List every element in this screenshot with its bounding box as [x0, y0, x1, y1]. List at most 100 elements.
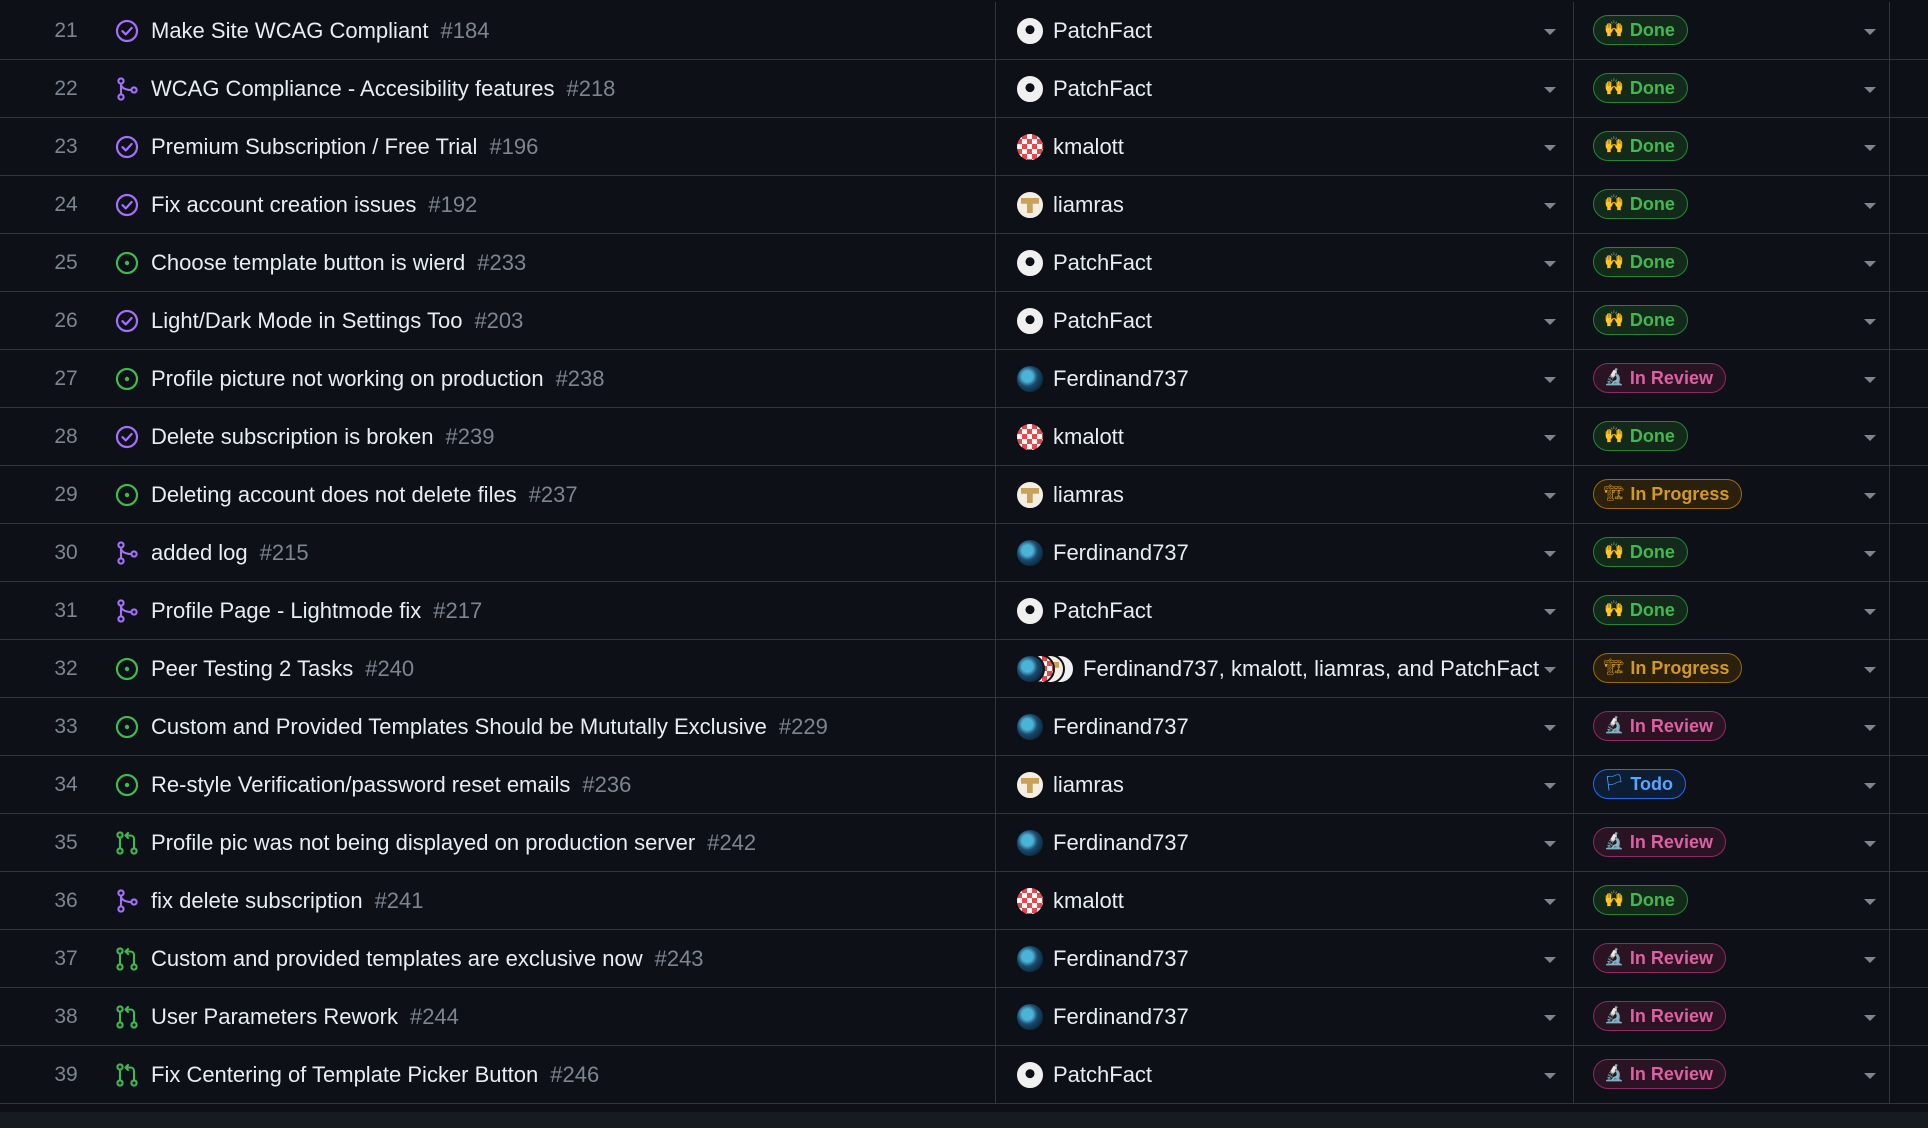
title-cell[interactable]: Profile picture not working on productio… [114, 350, 996, 408]
status-badge[interactable]: 🙌 Done [1593, 73, 1688, 103]
chevron-down-icon[interactable] [1544, 1015, 1556, 1021]
issue-title[interactable]: fix delete subscription [151, 888, 363, 913]
chevron-down-icon[interactable] [1864, 667, 1876, 673]
chevron-down-icon[interactable] [1864, 841, 1876, 847]
chevron-down-icon[interactable] [1544, 377, 1556, 383]
assignees-cell[interactable]: Ferdinand737 [996, 988, 1574, 1046]
table-row[interactable]: 38 User Parameters Rework #244 Ferdinand7… [0, 988, 1928, 1046]
title-cell[interactable]: Choose template button is wierd #233 [114, 234, 996, 292]
assignees-cell[interactable]: Ferdinand737 [996, 524, 1574, 582]
status-cell[interactable]: 🙌 Done [1574, 176, 1890, 234]
issue-title[interactable]: Premium Subscription / Free Trial [151, 134, 477, 159]
assignees-cell[interactable]: PatchFact [996, 292, 1574, 350]
chevron-down-icon[interactable] [1864, 551, 1876, 557]
chevron-down-icon[interactable] [1544, 435, 1556, 441]
issue-title[interactable]: Deleting account does not delete files [151, 482, 517, 507]
status-badge[interactable]: 🙌 Done [1593, 537, 1688, 567]
chevron-down-icon[interactable] [1864, 609, 1876, 615]
status-cell[interactable]: 🙌 Done [1574, 60, 1890, 118]
assignees-cell[interactable]: Ferdinand737 [996, 698, 1574, 756]
chevron-down-icon[interactable] [1864, 87, 1876, 93]
assignees-cell[interactable]: Ferdinand737 [996, 930, 1574, 988]
chevron-down-icon[interactable] [1864, 261, 1876, 267]
table-row[interactable]: 22 WCAG Compliance - Accesibility featur… [0, 60, 1928, 118]
issue-title[interactable]: Custom and Provided Templates Should be … [151, 714, 767, 739]
table-row[interactable]: 27 Profile picture not working on produc… [0, 350, 1928, 408]
issue-title[interactable]: Fix Centering of Template Picker Button [151, 1062, 538, 1087]
status-badge[interactable]: 🏳 Todo [1593, 769, 1686, 799]
title-cell[interactable]: Make Site WCAG Compliant #184 [114, 2, 996, 60]
assignees-cell[interactable]: PatchFact [996, 60, 1574, 118]
chevron-down-icon[interactable] [1864, 29, 1876, 35]
status-cell[interactable]: 🙌 Done [1574, 408, 1890, 466]
table-row[interactable]: 29 Deleting account does not delete file… [0, 466, 1928, 524]
chevron-down-icon[interactable] [1544, 261, 1556, 267]
issue-title[interactable]: Profile picture not working on productio… [151, 366, 544, 391]
issue-title[interactable]: Delete subscription is broken [151, 424, 433, 449]
title-cell[interactable]: Deleting account does not delete files #2… [114, 466, 996, 524]
assignees-cell[interactable]: PatchFact [996, 234, 1574, 292]
assignees-cell[interactable]: PatchFact [996, 582, 1574, 640]
title-cell[interactable]: Custom and provided templates are exclus… [114, 930, 996, 988]
issue-title[interactable]: Profile pic was not being displayed on p… [151, 830, 695, 855]
issue-title[interactable]: Fix account creation issues [151, 192, 416, 217]
status-cell[interactable]: 🙌 Done [1574, 524, 1890, 582]
chevron-down-icon[interactable] [1544, 1073, 1556, 1079]
assignees-cell[interactable]: Ferdinand737, kmalott, liamras, and Patc… [996, 640, 1574, 698]
title-cell[interactable]: Fix account creation issues #192 [114, 176, 996, 234]
title-cell[interactable]: fix delete subscription #241 [114, 872, 996, 930]
table-row[interactable]: 30 added log #215 Ferdinand737 🙌 Done [0, 524, 1928, 582]
status-badge[interactable]: 🙌 Done [1593, 595, 1688, 625]
issue-title[interactable]: Choose template button is wierd [151, 250, 465, 275]
title-cell[interactable]: Profile Page - Lightmode fix #217 [114, 582, 996, 640]
chevron-down-icon[interactable] [1864, 899, 1876, 905]
chevron-down-icon[interactable] [1544, 609, 1556, 615]
issue-title[interactable]: Peer Testing 2 Tasks [151, 656, 353, 681]
status-badge[interactable]: 🙌 Done [1593, 421, 1688, 451]
status-cell[interactable]: 🙌 Done [1574, 234, 1890, 292]
status-badge[interactable]: 🙌 Done [1593, 15, 1688, 45]
issue-title[interactable]: Light/Dark Mode in Settings Too [151, 308, 462, 333]
status-cell[interactable]: 🙌 Done [1574, 582, 1890, 640]
status-badge[interactable]: 🏗 In Progress [1593, 653, 1743, 683]
status-cell[interactable]: 🔬 In Review [1574, 988, 1890, 1046]
chevron-down-icon[interactable] [1864, 493, 1876, 499]
chevron-down-icon[interactable] [1864, 783, 1876, 789]
status-badge[interactable]: 🔬 In Review [1593, 711, 1726, 741]
issue-title[interactable]: User Parameters Rework [151, 1004, 398, 1029]
assignees-cell[interactable]: liamras [996, 756, 1574, 814]
chevron-down-icon[interactable] [1864, 145, 1876, 151]
chevron-down-icon[interactable] [1544, 957, 1556, 963]
assignees-cell[interactable]: PatchFact [996, 1046, 1574, 1104]
assignees-cell[interactable]: Ferdinand737 [996, 350, 1574, 408]
status-badge[interactable]: 🔬 In Review [1593, 827, 1726, 857]
chevron-down-icon[interactable] [1864, 1073, 1876, 1079]
assignees-cell[interactable]: PatchFact [996, 2, 1574, 60]
assignees-cell[interactable]: liamras [996, 176, 1574, 234]
chevron-down-icon[interactable] [1544, 551, 1556, 557]
table-row[interactable]: 36 fix delete subscription #241 kmalott 🙌… [0, 872, 1928, 930]
status-badge[interactable]: 🔬 In Review [1593, 363, 1726, 393]
status-cell[interactable]: 🏗 In Progress [1574, 466, 1890, 524]
title-cell[interactable]: WCAG Compliance - Accesibility features #… [114, 60, 996, 118]
title-cell[interactable]: User Parameters Rework #244 [114, 988, 996, 1046]
table-row[interactable]: 37 Custom and provided templates are exc… [0, 930, 1928, 988]
status-cell[interactable]: 🙌 Done [1574, 2, 1890, 60]
chevron-down-icon[interactable] [1864, 725, 1876, 731]
title-cell[interactable]: Fix Centering of Template Picker Button #… [114, 1046, 996, 1104]
status-badge[interactable]: 🙌 Done [1593, 131, 1688, 161]
table-row[interactable]: 24 Fix account creation issues #192 liamr… [0, 176, 1928, 234]
issue-title[interactable]: Profile Page - Lightmode fix [151, 598, 421, 623]
chevron-down-icon[interactable] [1544, 145, 1556, 151]
table-row[interactable]: 32 Peer Testing 2 Tasks #240 Ferdinand737… [0, 640, 1928, 698]
table-row[interactable]: 35 Profile pic was not being displayed o… [0, 814, 1928, 872]
table-row[interactable]: 34 Re-style Verification/password reset … [0, 756, 1928, 814]
issue-title[interactable]: WCAG Compliance - Accesibility features [151, 76, 554, 101]
chevron-down-icon[interactable] [1864, 435, 1876, 441]
status-badge[interactable]: 🔬 In Review [1593, 1001, 1726, 1031]
chevron-down-icon[interactable] [1544, 667, 1556, 673]
status-cell[interactable]: 🙌 Done [1574, 292, 1890, 350]
assignees-cell[interactable]: liamras [996, 466, 1574, 524]
chevron-down-icon[interactable] [1864, 203, 1876, 209]
title-cell[interactable]: Light/Dark Mode in Settings Too #203 [114, 292, 996, 350]
